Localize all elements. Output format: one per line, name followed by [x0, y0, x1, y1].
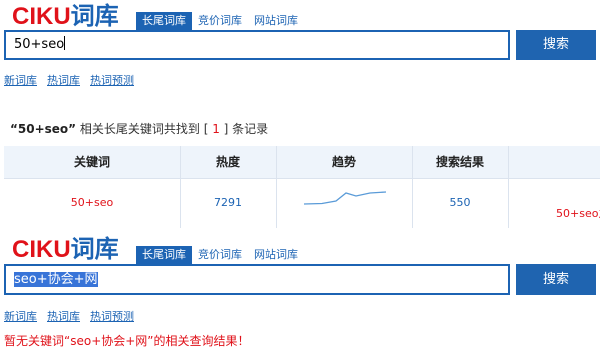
search-query-selected: seo+协会+网: [14, 272, 98, 287]
search-tabs: 长尾词库 竞价词库 网站词库: [136, 12, 304, 30]
text-caret: [64, 36, 66, 50]
sub-links: 新词库 热词库 热词预测: [4, 305, 144, 324]
result-count: 1: [212, 122, 220, 136]
link-new-words[interactable]: 新词库: [4, 74, 37, 87]
logo-suffix: 词库: [70, 3, 119, 30]
keyword-table: 关键词 热度 趋势 搜索结果 50+seo 7291 550 50+seo之: [4, 146, 600, 228]
header-search-results: 搜索结果: [435, 155, 484, 169]
tab-site[interactable]: 网站词库: [248, 12, 304, 30]
link-hot-words[interactable]: 热词库: [47, 310, 80, 323]
search-input[interactable]: seo+协会+网: [4, 264, 510, 295]
result-open-quote: “: [10, 122, 18, 136]
tab-site[interactable]: 网站词库: [248, 246, 304, 264]
tab-bidding[interactable]: 竞价词库: [192, 246, 248, 264]
link-new-words[interactable]: 新词库: [4, 310, 37, 323]
result-summary: “50+seo” 相关长尾关键词共找到 [ 1 ] 条记录: [10, 120, 268, 137]
result-text-before: 相关长尾关键词共找到 [: [76, 122, 213, 136]
sub-links: 新词库 热词库 热词预测: [4, 69, 144, 88]
link-hot-forecast[interactable]: 热词预测: [90, 310, 134, 323]
cell-heat: 7291: [214, 196, 242, 209]
result-keyword: 50+seo: [17, 122, 69, 136]
logo[interactable]: CIKU词库: [12, 237, 119, 263]
search-button[interactable]: 搜索: [516, 264, 596, 295]
tab-long-tail[interactable]: 长尾词库: [136, 12, 192, 30]
no-result-message: 暂无关键词“seo+协会+网”的相关查询结果！: [4, 334, 250, 348]
logo-brand: CIKU: [12, 3, 71, 30]
header-keyword: 关键词: [73, 155, 110, 169]
link-hot-forecast[interactable]: 热词预测: [90, 74, 134, 87]
logo-suffix: 词库: [70, 236, 119, 263]
tab-bidding[interactable]: 竞价词库: [192, 12, 248, 30]
logo-brand: CIKU: [12, 236, 71, 263]
trend-line: [303, 191, 387, 205]
header-heat: 热度: [215, 155, 240, 169]
search-input[interactable]: 50+seo: [4, 30, 510, 60]
search-query: 50+seo: [14, 37, 65, 52]
result-text-after: ] 条记录: [219, 122, 269, 136]
search-tabs: 长尾词库 竞价词库 网站词库: [136, 246, 304, 264]
trend-sparkline: [303, 191, 387, 205]
table-row: 50+seo 7291 550 50+seo之: [4, 179, 600, 228]
table-header: 关键词 热度 趋势 搜索结果: [4, 146, 600, 178]
logo[interactable]: CIKU词库: [12, 4, 119, 30]
header-trend: 趋势: [331, 155, 356, 169]
result-close-quote: ”: [68, 122, 77, 136]
cell-keyword[interactable]: 50+seo: [4, 195, 180, 211]
cell-search-results: 550: [449, 196, 471, 209]
search-button[interactable]: 搜索: [516, 30, 596, 60]
link-hot-words[interactable]: 热词库: [47, 74, 80, 87]
tab-long-tail[interactable]: 长尾词库: [136, 246, 192, 264]
cell-overflow-text: 50+seo之: [556, 207, 600, 220]
